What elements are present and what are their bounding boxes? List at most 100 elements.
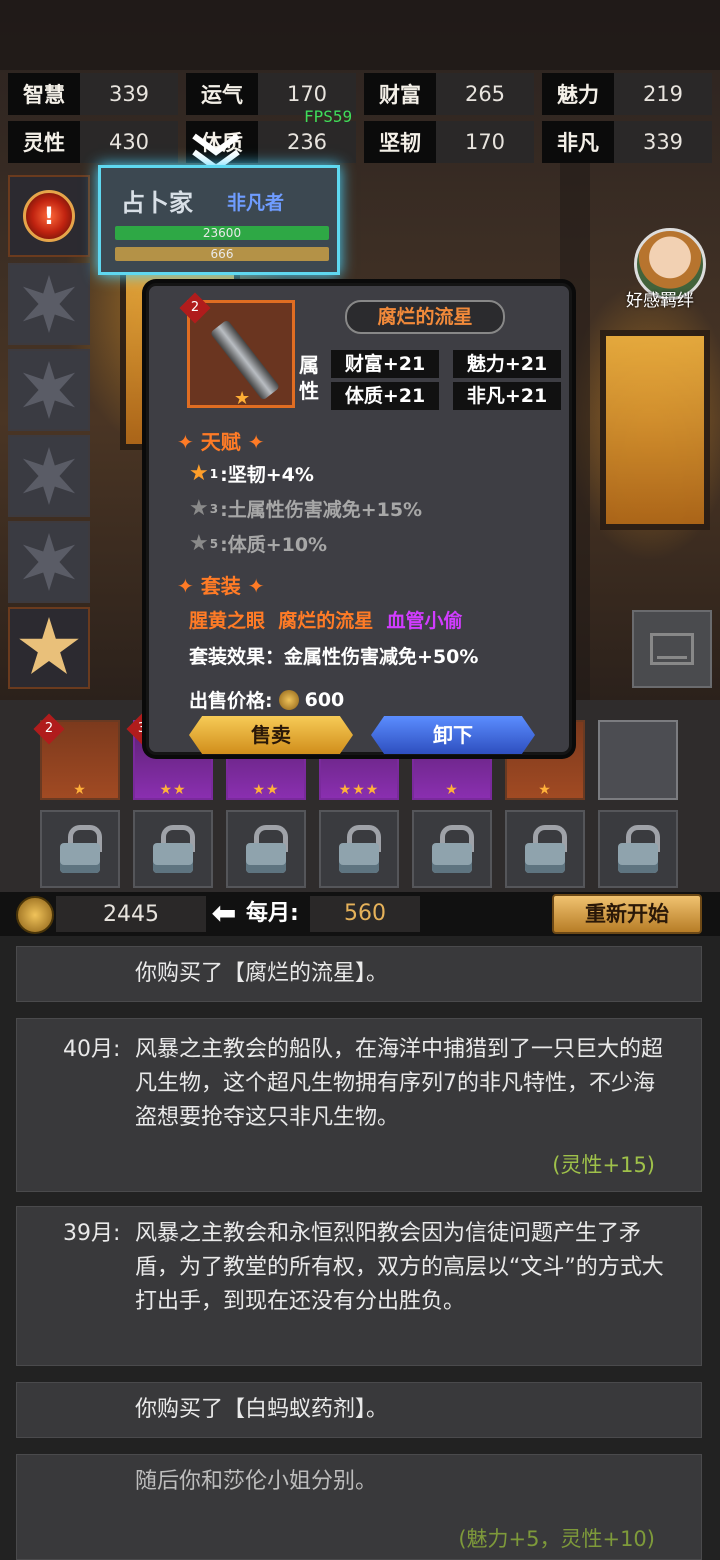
stat-label: 运气 (186, 73, 258, 115)
level-badge: 2 (33, 713, 65, 745)
event-log[interactable]: 你购买了【腐烂的流星】。 40月: 风暴之主教会的船队，在海洋中捕猎到了一只巨大… (0, 936, 720, 1560)
talent-row: ★ 1:坚韧+4% (189, 460, 314, 487)
sell-button[interactable]: 售卖 (189, 716, 353, 754)
talent-section: ✦ 天赋 ✦ (177, 430, 265, 454)
stat-value: 339 (80, 73, 178, 115)
event-alert-button[interactable]: ! (8, 175, 90, 257)
log-month: 39月: (63, 1221, 121, 1246)
mail-icon (650, 633, 694, 665)
locked-equipment-slot[interactable] (133, 810, 213, 888)
mail-button[interactable] (632, 610, 712, 688)
set-section: ✦ 套装 ✦ (177, 574, 265, 598)
stats-grid: 智慧 339 运气 170 财富 265 魅力 219 灵性 430 体质 236 坚韧 17… (8, 73, 712, 163)
stat-label: 魅力 (542, 73, 614, 115)
log-entry: 39月: 风暴之主教会和永恒烈阳教会因为信徒问题产生了矛盾，为了教堂的所有权，双… (16, 1206, 702, 1366)
locked-equipment-slot[interactable] (412, 810, 492, 888)
locked-equipment-slot[interactable] (40, 810, 120, 888)
stat-value: 265 (436, 73, 534, 115)
beam-decor (0, 0, 720, 70)
log-month: 40月: (63, 1037, 121, 1062)
attribute-cell: 财富+21 (331, 350, 439, 378)
log-bonus: (魅力+5，灵性+10) (458, 1527, 655, 1551)
restart-button[interactable]: 重新开始 (552, 894, 702, 934)
set-title: 套装 (200, 574, 241, 598)
compass-icon (22, 275, 76, 333)
lock-icon (339, 825, 381, 873)
mp-bar: 666 (115, 247, 329, 261)
attribute-label: 属性 (299, 353, 319, 403)
attribute-cell: 魅力+21 (453, 350, 561, 378)
game-screen: 智慧 339 运气 170 财富 265 魅力 219 灵性 430 体质 236 坚韧 17… (0, 0, 720, 1560)
log-text: 你购买了【白蚂蚁药剂】。 (135, 1397, 389, 1422)
stat-label: 智慧 (8, 73, 80, 115)
talent-row: ★ 3:土属性伤害减免+15% (189, 495, 422, 522)
locked-equipment-slot[interactable] (598, 810, 678, 888)
log-entry: 随后你和莎伦小姐分别。 (魅力+5，灵性+10) (16, 1454, 702, 1560)
locked-slot-button[interactable] (8, 435, 90, 517)
star-rating: ★ (445, 782, 459, 798)
star-emblem-icon (19, 617, 79, 675)
star-icon: ★ (234, 388, 251, 409)
star-rating: ★★ (159, 782, 187, 798)
locked-slot-button[interactable] (8, 263, 90, 345)
level-badge: 2 (179, 292, 211, 324)
character-rank: 非凡者 (227, 192, 285, 214)
log-text: 随后你和莎伦小姐分别。 (135, 1469, 378, 1494)
log-text: 你购买了【腐烂的流星】。 (135, 961, 389, 986)
equipment-slot-empty[interactable] (598, 720, 678, 800)
log-entry: 你购买了【腐烂的流星】。 (16, 946, 702, 1002)
fps-counter: FPS59 (304, 107, 353, 126)
gold-coin-icon (278, 689, 299, 710)
log-entry: 你购买了【白蚂蚁药剂】。 (16, 1382, 702, 1438)
equipment-slot[interactable]: 2 ★ (33, 713, 120, 800)
unequip-button[interactable]: 卸下 (371, 716, 535, 754)
locked-slot-button[interactable] (8, 349, 90, 431)
stat-wealth: 财富 265 (364, 73, 534, 115)
gold-amount: 2445 (56, 896, 206, 932)
price-label: 出售价格: (189, 690, 273, 712)
stat-wisdom: 智慧 339 (8, 73, 178, 115)
character-title: 占卜家 (121, 189, 193, 217)
stat-extraordinary: 非凡 339 (542, 121, 712, 163)
stat-value: 219 (614, 73, 712, 115)
pathway-button[interactable] (8, 607, 90, 689)
stat-value: 170 (436, 121, 534, 163)
locked-equipment-slot[interactable] (505, 810, 585, 888)
level-badge-text: 2 (190, 300, 200, 315)
talent-level: 5 (209, 536, 219, 551)
log-bonus: (灵性+15) (552, 1153, 655, 1177)
set-items: 腥黄之眼 腐烂的流星 血管小偷 (189, 606, 463, 633)
stat-label: 坚韧 (364, 121, 436, 163)
set-item: 腥黄之眼 (189, 610, 266, 632)
talent-level: 1 (209, 466, 219, 481)
log-text: 风暴之主教会和永恒烈阳教会因为信徒问题产生了矛盾，为了教堂的所有权，双方的高层以… (135, 1221, 664, 1314)
talent-row: ★ 5:体质+10% (189, 530, 327, 557)
arrow-left-icon: ⬅ (211, 896, 237, 931)
locked-equipment-slot[interactable] (319, 810, 399, 888)
locked-slot-button[interactable] (8, 521, 90, 603)
set-effect: 套装效果：金属性伤害减免+50% (189, 646, 479, 668)
price-value: 600 (304, 688, 345, 711)
talent-level: 3 (209, 501, 219, 516)
star-icon: ★ (189, 531, 209, 556)
star-icon: ★ (189, 461, 209, 486)
attribute-cell: 体质+21 (331, 382, 439, 410)
alert-icon: ! (23, 190, 75, 242)
compass-icon (22, 447, 76, 505)
star-icon: ★ (189, 496, 209, 521)
talent-title: 天赋 (200, 430, 241, 454)
locked-equipment-slot[interactable] (226, 810, 306, 888)
compass-icon (22, 361, 76, 419)
stat-label: 灵性 (8, 121, 80, 163)
lock-icon (60, 825, 102, 873)
stat-value: 236 (258, 121, 356, 163)
lock-icon (618, 825, 660, 873)
hp-value: 23600 (202, 226, 242, 240)
set-item: 血管小偷 (386, 610, 463, 632)
lock-icon (153, 825, 195, 873)
item-detail-popup: 2 ★ 腐烂的流星 属性 财富+21 魅力+21 体质+21 非凡+21 ✦ 天… (146, 283, 572, 755)
star-rating: ★ (538, 782, 552, 798)
character-card[interactable]: 占卜家 非凡者 23600 666 (98, 165, 340, 275)
lock-icon (432, 825, 474, 873)
sell-price: 出售价格: 600 (189, 686, 344, 713)
